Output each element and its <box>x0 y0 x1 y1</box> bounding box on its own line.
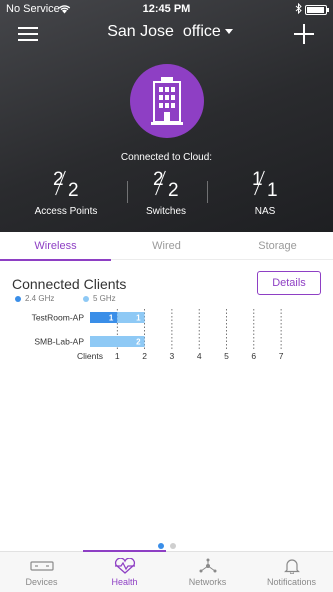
site-name: San Jose office <box>107 23 221 40</box>
battery-icon <box>305 5 329 15</box>
building-icon <box>130 64 204 138</box>
nav-devices[interactable]: Devices <box>0 552 83 592</box>
stat-nas[interactable]: 1 1 NAS <box>215 168 315 217</box>
x-tick-label: 2 <box>142 351 147 361</box>
bottom-nav: Devices Health Networks Notifications <box>0 550 333 592</box>
category-label: TestRoom-AP <box>32 313 85 323</box>
bluetooth-icon <box>295 2 302 17</box>
devices-icon <box>30 558 54 574</box>
stat-label: NAS <box>254 206 276 217</box>
connected-clients-title: Connected Clients <box>12 276 127 292</box>
x-axis-label: Clients <box>77 351 103 361</box>
tab-wireless[interactable]: Wireless <box>0 232 111 261</box>
stat-total-count: 1 <box>267 180 278 201</box>
header-panel: No Service 12:45 PM San Jose office Conn… <box>0 0 333 232</box>
hamburger-menu-icon[interactable] <box>18 26 38 42</box>
clients-chart: TestRoom-AP11SMB-Lab-AP02Clients1234567 <box>32 309 284 361</box>
page-dot[interactable] <box>170 543 176 549</box>
section-tabs: Wireless Wired Storage <box>0 232 333 261</box>
add-icon[interactable] <box>294 24 314 44</box>
nav-networks[interactable]: Networks <box>166 552 249 592</box>
nav-notifications[interactable]: Notifications <box>250 552 333 592</box>
data-label: 1 <box>109 314 114 323</box>
nav-health[interactable]: Health <box>83 552 166 592</box>
page-dot-active[interactable] <box>158 543 164 549</box>
x-tick-label: 7 <box>279 351 284 361</box>
divider <box>207 181 208 203</box>
stat-total-count: 2 <box>68 180 79 201</box>
tab-wired[interactable]: Wired <box>111 232 222 260</box>
site-selector[interactable]: San Jose office <box>90 23 250 41</box>
clock: 12:45 PM <box>142 3 191 15</box>
stat-total-count: 2 <box>168 180 179 201</box>
nav-label: Devices <box>25 577 58 587</box>
stat-access-points[interactable]: 2 2 Access Points <box>16 168 116 217</box>
data-label: 1 <box>136 314 141 323</box>
nav-label: Networks <box>188 577 227 587</box>
cloud-status-label: Connected to Cloud: <box>120 152 213 163</box>
status-bar: No Service 12:45 PM <box>0 2 333 17</box>
nav-label: Notifications <box>266 577 317 587</box>
bell-icon <box>280 558 304 575</box>
details-button[interactable]: Details <box>257 271 321 295</box>
data-label: 2 <box>136 338 141 347</box>
wireless-panel: Connected Clients Details 2.4 GHz 5 GHz … <box>0 261 333 551</box>
x-tick-label: 3 <box>170 351 175 361</box>
tab-storage[interactable]: Storage <box>222 232 333 260</box>
health-icon <box>113 557 137 574</box>
chevron-down-icon <box>224 29 233 35</box>
x-tick-label: 4 <box>197 351 202 361</box>
networks-icon <box>196 558 220 574</box>
stat-switches[interactable]: 2 2 Switches <box>116 168 216 217</box>
x-tick-label: 1 <box>115 351 120 361</box>
stat-label: Switches <box>145 206 186 217</box>
nav-label: Health <box>111 577 138 587</box>
x-tick-label: 6 <box>251 351 256 361</box>
category-label: SMB-Lab-AP <box>34 337 84 347</box>
stat-label: Access Points <box>34 206 98 217</box>
x-tick-label: 5 <box>224 351 229 361</box>
